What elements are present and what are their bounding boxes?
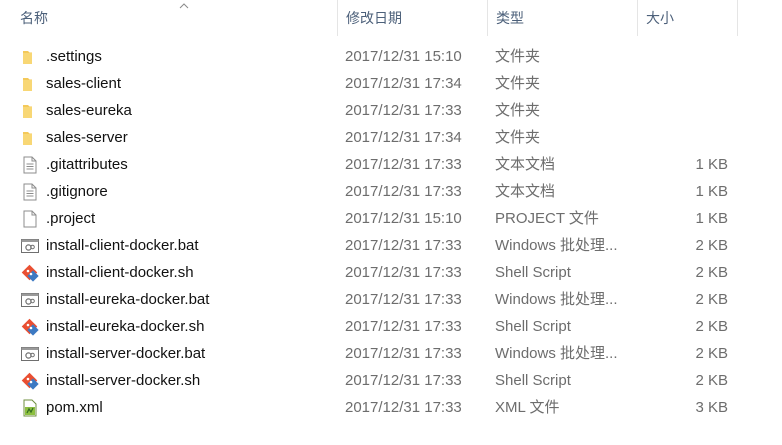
file-type: Windows 批处理...	[495, 291, 618, 308]
file-row[interactable]: install-server-docker.sh 2017/12/31 17:3…	[0, 367, 782, 394]
git-script-icon	[20, 263, 40, 283]
file-size: 2 KB	[695, 345, 728, 362]
file-name: install-server-docker.bat	[46, 345, 206, 362]
file-date-modified: 2017/12/31 17:33	[345, 102, 462, 119]
file-date-modified: 2017/12/31 17:33	[345, 156, 462, 173]
file-size: 3 KB	[695, 399, 728, 416]
file-date-modified: 2017/12/31 17:33	[345, 291, 462, 308]
file-date-modified: 2017/12/31 17:33	[345, 237, 462, 254]
batch-file-icon	[20, 290, 40, 310]
file-row[interactable]: .gitignore 2017/12/31 17:33 文本文档 1 KB	[0, 178, 782, 205]
batch-file-icon	[20, 236, 40, 256]
file-date-modified: 2017/12/31 17:33	[345, 372, 462, 389]
column-header-type-label: 类型	[496, 10, 524, 26]
file-type: 文件夹	[495, 48, 541, 65]
file-date-modified: 2017/12/31 17:33	[345, 399, 462, 416]
file-size	[637, 70, 728, 97]
text-file-icon	[20, 182, 40, 202]
file-name: .project	[46, 210, 96, 227]
file-row[interactable]: sales-server 2017/12/31 17:34 文件夹	[0, 124, 782, 151]
folder-icon	[20, 74, 40, 94]
file-name: .gitattributes	[46, 156, 128, 173]
file-row[interactable]: install-eureka-docker.sh 2017/12/31 17:3…	[0, 313, 782, 340]
folder-icon	[20, 101, 40, 121]
file-date-modified: 2017/12/31 17:33	[345, 183, 462, 200]
file-name: install-client-docker.sh	[46, 264, 194, 281]
column-header-date-label: 修改日期	[346, 10, 402, 26]
file-date-modified: 2017/12/31 17:33	[345, 318, 462, 335]
blank-file-icon	[20, 209, 40, 229]
file-name: .gitignore	[46, 183, 108, 200]
folder-icon	[20, 47, 40, 67]
file-name: install-eureka-docker.sh	[46, 318, 205, 335]
file-size: 2 KB	[695, 318, 728, 335]
file-size	[637, 124, 728, 151]
file-type: Windows 批处理...	[495, 237, 618, 254]
file-type: Shell Script	[495, 372, 571, 389]
file-name: sales-server	[46, 129, 128, 146]
batch-file-icon	[20, 344, 40, 364]
file-date-modified: 2017/12/31 15:10	[345, 48, 462, 65]
file-date-modified: 2017/12/31 17:33	[345, 264, 462, 281]
file-type: 文件夹	[495, 129, 541, 146]
folder-icon	[20, 128, 40, 148]
file-name: install-server-docker.sh	[46, 372, 201, 389]
file-name: install-eureka-docker.bat	[46, 291, 210, 308]
file-row[interactable]: sales-client 2017/12/31 17:34 文件夹	[0, 70, 782, 97]
file-type: 文件夹	[495, 102, 541, 119]
text-file-icon	[20, 155, 40, 175]
file-row[interactable]: install-server-docker.bat 2017/12/31 17:…	[0, 340, 782, 367]
column-header-name[interactable]: 名称	[12, 0, 337, 36]
file-row[interactable]: install-client-docker.bat 2017/12/31 17:…	[0, 232, 782, 259]
column-header-date[interactable]: 修改日期	[337, 0, 487, 36]
file-size: 1 KB	[695, 210, 728, 227]
file-name: sales-eureka	[46, 102, 132, 119]
file-date-modified: 2017/12/31 17:34	[345, 129, 462, 146]
file-size: 1 KB	[695, 156, 728, 173]
column-header-size-label: 大小	[646, 10, 674, 26]
file-date-modified: 2017/12/31 17:34	[345, 75, 462, 92]
file-row[interactable]: install-eureka-docker.bat 2017/12/31 17:…	[0, 286, 782, 313]
file-date-modified: 2017/12/31 15:10	[345, 210, 462, 227]
file-list: .settings 2017/12/31 15:10 文件夹 sales-cli…	[0, 43, 782, 421]
file-size	[637, 43, 728, 70]
file-date-modified: 2017/12/31 17:33	[345, 345, 462, 362]
file-row[interactable]: .project 2017/12/31 15:10 PROJECT 文件 1 K…	[0, 205, 782, 232]
file-type: Shell Script	[495, 264, 571, 281]
file-size: 2 KB	[695, 237, 728, 254]
file-size: 2 KB	[695, 291, 728, 308]
file-name: pom.xml	[46, 399, 103, 416]
file-explorer: 名称 修改日期 类型 大小 .settings 2017/12/31 15:10…	[0, 0, 782, 445]
column-header-size[interactable]: 大小	[637, 0, 737, 36]
file-type: XML 文件	[495, 399, 560, 416]
column-header-type[interactable]: 类型	[487, 0, 637, 36]
file-type: Shell Script	[495, 318, 571, 335]
file-size: 2 KB	[695, 372, 728, 389]
file-type: Windows 批处理...	[495, 345, 618, 362]
file-type: 文本文档	[495, 156, 556, 173]
file-row[interactable]: .gitattributes 2017/12/31 17:33 文本文档 1 K…	[0, 151, 782, 178]
file-row[interactable]: .settings 2017/12/31 15:10 文件夹	[0, 43, 782, 70]
git-script-icon	[20, 317, 40, 337]
file-name: sales-client	[46, 75, 122, 92]
file-size: 1 KB	[695, 183, 728, 200]
file-row[interactable]: sales-eureka 2017/12/31 17:33 文件夹	[0, 97, 782, 124]
file-type: 文件夹	[495, 75, 541, 92]
xml-file-icon	[20, 398, 40, 418]
file-name: .settings	[46, 48, 102, 65]
sort-ascending-icon	[179, 3, 189, 9]
file-type: 文本文档	[495, 183, 556, 200]
file-row[interactable]: install-client-docker.sh 2017/12/31 17:3…	[0, 259, 782, 286]
column-header-bar: 名称 修改日期 类型 大小	[0, 0, 782, 36]
file-name: install-client-docker.bat	[46, 237, 199, 254]
file-size: 2 KB	[695, 264, 728, 281]
git-script-icon	[20, 371, 40, 391]
file-size	[637, 97, 728, 124]
file-type: PROJECT 文件	[495, 210, 599, 227]
file-row[interactable]: pom.xml 2017/12/31 17:33 XML 文件 3 KB	[0, 394, 782, 421]
column-header-name-label: 名称	[20, 10, 48, 26]
column-header-filler	[737, 0, 782, 36]
